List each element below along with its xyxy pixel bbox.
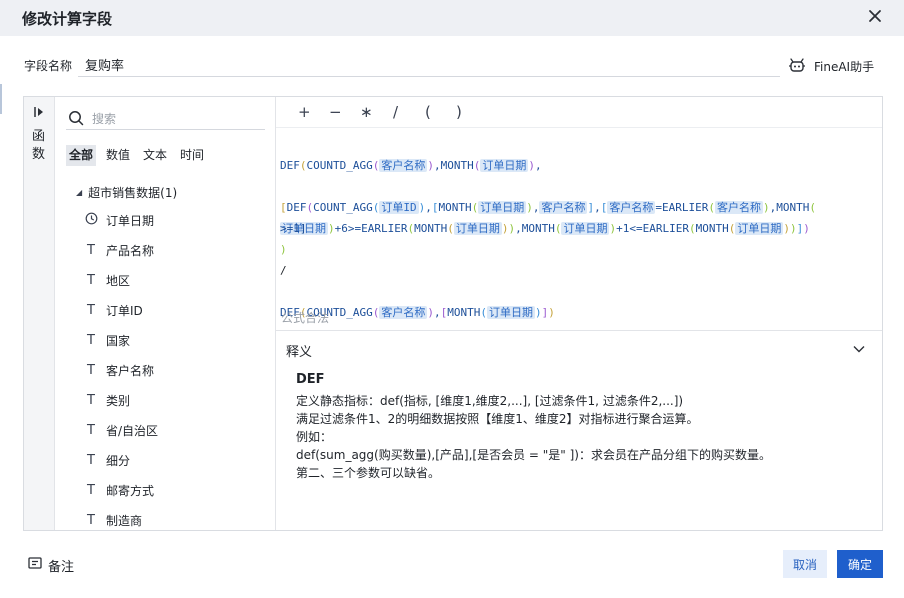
toolbar-divider [276,127,882,128]
dialog-title: 修改计算字段 [22,10,113,28]
text-type-icon: T [87,332,95,348]
tree-item-label: 细分 [106,453,131,468]
field-tag: 订单日期 [480,159,529,172]
tree-item-label: 制造商 [106,513,143,528]
dialog-header [0,0,904,36]
tree-item-segment[interactable]: T 细分 [84,450,130,470]
tree-divider [275,97,276,530]
tree-item-label: 国家 [106,333,131,348]
expand-panel-icon[interactable] [33,104,47,118]
note-button[interactable]: 备注 [28,556,74,575]
formula-valid-status: 公式合法 [281,311,330,325]
explain-line: 例如： [296,430,333,444]
cancel-button[interactable]: 取消 [783,550,827,578]
tab-time[interactable]: 时间 [177,145,207,166]
field-tag: 订单日期 [453,222,502,235]
tree-item-label: 订单ID [106,303,143,318]
tree-item-label: 类别 [106,393,131,408]
confirm-button[interactable]: 确定 [837,550,883,578]
tree-item-customer-name[interactable]: T 客户名称 [84,360,154,380]
close-icon[interactable] [864,5,886,27]
explain-divider [276,330,882,331]
tree-item-label: 产品名称 [106,243,155,258]
explain-line: 第二、三个参数可以缺省。 [296,466,441,480]
functions-tab-label[interactable]: 函数 [32,128,46,164]
fineai-assistant-button[interactable]: FineAI助手 [788,56,874,76]
tree-item-order-id[interactable]: T 订单ID [84,300,143,320]
tree-item-product-name[interactable]: T 产品名称 [84,240,154,260]
tree-item-category[interactable]: T 类别 [84,390,130,410]
background-edge [0,84,2,114]
tree-item-ship-mode[interactable]: T 邮寄方式 [84,480,154,500]
field-tag: 订单日期 [561,222,610,235]
search-icon [68,110,84,130]
tree-item-order-date[interactable]: 订单日期 [84,210,154,230]
text-type-icon: T [87,452,95,468]
collapse-triangle-icon: ◢ [76,188,83,197]
text-type-icon: T [87,302,95,318]
tree-item-manufacturer[interactable]: T 制造商 [84,510,142,529]
left-paren-button[interactable]: ( [425,103,431,121]
tree-item-country[interactable]: T 国家 [84,330,130,350]
formula-line-1[interactable]: DEF(COUNTD_AGG(客户名称),MONTH(订单日期), [280,134,542,176]
formula-line-4[interactable]: >=1] [280,218,307,239]
text-type-icon: T [87,512,95,528]
tab-number[interactable]: 数值 [103,145,133,166]
note-label: 备注 [48,560,75,575]
text-type-icon: T [87,242,95,258]
search-placeholder: 搜索 [92,112,117,126]
chevron-down-icon[interactable] [852,341,866,355]
tree-item-manufacturer-clip: T 制造商 [84,510,274,529]
note-icon [28,557,42,574]
explain-line: def(sum_agg(购买数量),[产品],[是否会员 = "是" ])：求会… [296,448,771,462]
formula-line-3[interactable]: 订单日期)+6>=EARLIER(MONTH(订单日期)),MONTH(订单日期… [280,197,810,239]
tree-item-province[interactable]: T 省/自治区 [84,420,158,440]
text-type-icon: T [87,392,95,408]
divide-operator-button[interactable]: / [393,103,398,121]
tree-item-region[interactable]: T 地区 [84,270,130,290]
explain-line: 定义静态指标：def(指标, [维度1,维度2,...], [过滤条件1, 过滤… [296,394,684,408]
explain-line: 满足过滤条件1、2的明细数据按照【维度1、维度2】对指标进行聚合运算。 [296,412,699,426]
text-type-icon: T [87,482,95,498]
text-type-icon: T [87,272,95,288]
text-type-icon: T [87,362,95,378]
robot-icon [788,57,806,76]
tree-item-label: 邮寄方式 [106,483,155,498]
field-name-label: 字段名称 [24,59,73,73]
tree-root-dataset[interactable]: ◢ 超市销售数据(1) [76,184,177,201]
minus-operator-button[interactable]: − [329,103,342,121]
fineai-label: FineAI助手 [814,59,875,74]
formula-line-6[interactable]: / [280,260,287,281]
dataset-label: 超市销售数据(1) [88,186,178,200]
tab-text[interactable]: 文本 [140,145,170,166]
text-type-icon: T [87,422,95,438]
explain-title: 释义 [286,345,313,360]
field-name-input[interactable] [78,52,780,77]
tab-all[interactable]: 全部 [66,145,97,166]
multiply-operator-button[interactable]: ∗ [360,103,373,121]
tree-item-label: 订单日期 [106,213,155,228]
formula-line-5[interactable]: ) [280,239,287,260]
tree-item-label: 省/自治区 [106,423,159,438]
tree-item-label: 客户名称 [106,363,155,378]
clock-icon [84,212,98,229]
tree-item-label: 地区 [106,273,131,288]
plus-operator-button[interactable]: + [298,103,311,121]
right-paren-button[interactable]: ) [456,103,462,121]
field-tag: 客户名称 [379,306,428,319]
field-tag: 客户名称 [379,159,428,172]
field-tag: 订单日期 [735,222,784,235]
function-name: DEF [296,372,325,387]
field-tag: 订单日期 [486,306,535,319]
